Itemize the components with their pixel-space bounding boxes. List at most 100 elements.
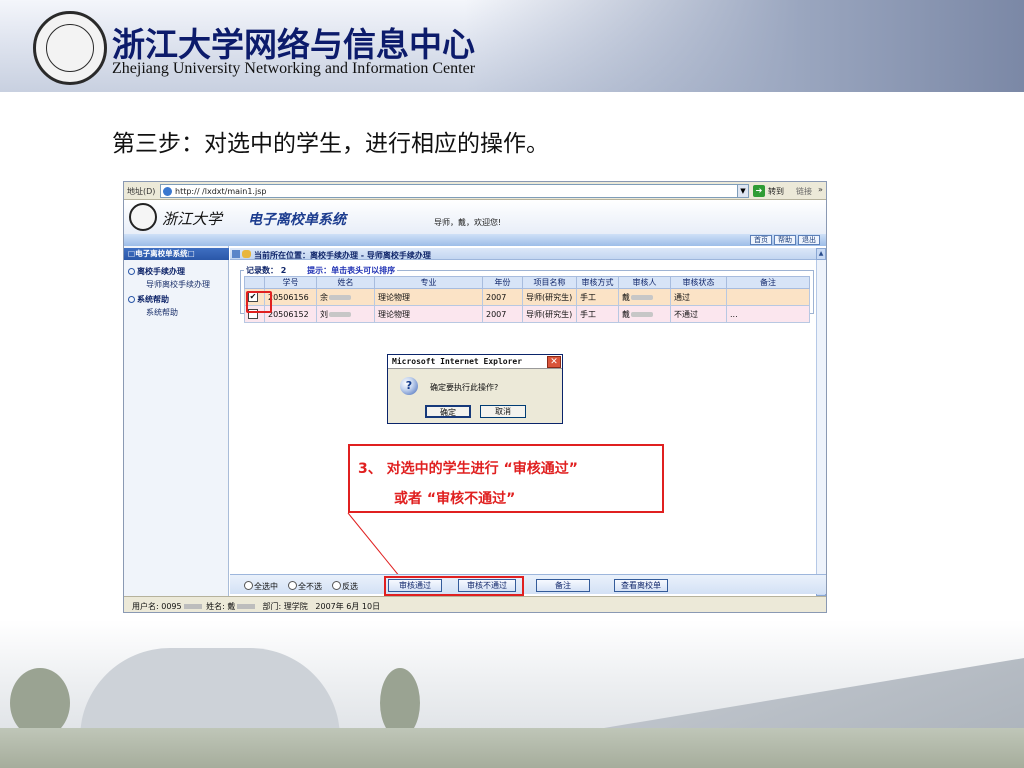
col-method[interactable]: 审核方式 — [576, 276, 619, 289]
main-content: 当前所在位置：离校手续办理 - 导师离校手续办理 ▲ ▼ 记录数： 2 提示：单… — [230, 246, 826, 598]
scroll-up-icon[interactable]: ▲ — [816, 248, 826, 260]
status-name: 姓名: 戴 — [206, 602, 236, 611]
cell-project: 导师(研究生) — [522, 288, 577, 306]
sidebar: □电子离校单系统□ 离校手续办理 导师离校手续办理 系统帮助 系统帮助 — [124, 246, 229, 596]
url-input[interactable]: http:// /lxdxt/main1.jsp — [160, 184, 738, 198]
cell-year: 2007 — [482, 305, 523, 323]
cell-method: 手工 — [576, 305, 619, 323]
collapse-icon — [128, 296, 135, 303]
radio-icon — [332, 581, 341, 590]
app-banner: 浙江大学 电子离校单系统 导师，戴，欢迎您! — [124, 200, 826, 234]
view-form-button[interactable]: 查看离校单 — [614, 579, 668, 592]
records-legend: 记录数： 2 提示：单击表头可以排序 — [244, 265, 398, 276]
note-button[interactable]: 备注 — [536, 579, 590, 592]
table-header-row: 学号 姓名 专业 年份 项目名称 审核方式 审核人 审核状态 备注 — [244, 276, 810, 289]
app-system-title: 电子离校单系统 — [248, 212, 346, 228]
col-major[interactable]: 专业 — [374, 276, 483, 289]
address-bar: 地址(D) http:// /lxdxt/main1.jsp ▼ ➔ 转到 链接… — [124, 182, 826, 200]
col-id[interactable]: 学号 — [264, 276, 317, 289]
cell-reviewer: 戴 — [618, 305, 671, 323]
org-name-en: Zhejiang University Networking and Infor… — [112, 60, 476, 77]
dialog-message: 确定要执行此操作? — [430, 383, 499, 392]
university-seal-icon — [33, 11, 107, 85]
scrollbar[interactable] — [816, 260, 826, 598]
dialog-ok-button[interactable]: 确定 — [425, 405, 471, 418]
nav-help-button[interactable]: 帮助 — [774, 235, 796, 245]
ie-page-icon — [163, 187, 172, 196]
dialog-title: Microsoft Internet Explorer — [392, 357, 523, 366]
cell-method: 手工 — [576, 288, 619, 306]
cell-name: 余 — [316, 288, 375, 306]
toolbar-more-icon[interactable]: » — [818, 185, 823, 194]
cell-status: 通过 — [670, 288, 727, 306]
select-none-option[interactable]: 全不选 — [288, 581, 322, 592]
url-dropdown-icon[interactable]: ▼ — [737, 184, 749, 198]
go-arrow-icon[interactable]: ➔ — [753, 185, 765, 197]
app-greeting: 导师，戴，欢迎您! — [434, 218, 502, 227]
question-icon: ? — [400, 377, 418, 395]
sidebar-item-advisor-leave[interactable]: 导师离校手续办理 — [146, 279, 210, 290]
location-text: 当前所在位置：离校手续办理 - 导师离校手续办理 — [254, 251, 431, 260]
cell-major: 理论物理 — [374, 305, 483, 323]
buttons-highlight-box — [384, 576, 524, 596]
address-label: 地址(D) — [127, 187, 156, 196]
radio-icon — [288, 581, 297, 590]
cell-name: 刘 — [316, 305, 375, 323]
radio-icon — [244, 581, 253, 590]
dialog-cancel-button[interactable]: 取消 — [480, 405, 526, 418]
cell-note: ... — [726, 305, 810, 323]
sidebar-item-help[interactable]: 系统帮助 — [146, 307, 178, 318]
student-table: 学号 姓名 专业 年份 项目名称 审核方式 审核人 审核状态 备注 ✔ 2050… — [244, 276, 810, 323]
annotation-callout: 3、 对选中的学生进行 “审核通过” 或者 “审核不通过” — [348, 444, 664, 513]
table-row[interactable]: 20506152 刘 理论物理 2007 导师(研究生) 手工 戴 不通过 ..… — [244, 305, 810, 323]
col-name[interactable]: 姓名 — [316, 276, 375, 289]
confirm-dialog: Microsoft Internet Explorer ✕ ? 确定要执行此操作… — [387, 354, 563, 424]
top-nav: 首页 帮助 退出 — [124, 234, 826, 246]
cell-note — [726, 288, 810, 306]
record-count: 2 — [280, 266, 287, 275]
collapse-sidebar-icon[interactable] — [232, 250, 240, 258]
status-date: 2007年 6月 10日 — [315, 602, 381, 611]
cell-id: 20506156 — [264, 288, 317, 306]
browser-screenshot: 地址(D) http:// /lxdxt/main1.jsp ▼ ➔ 转到 链接… — [123, 181, 827, 613]
location-icon — [242, 250, 251, 258]
cell-project: 导师(研究生) — [522, 305, 577, 323]
sidebar-group-leave[interactable]: 离校手续办理 — [128, 266, 185, 277]
status-bar: 用户名: 0095 姓名: 戴 部门: 理学院 2007年 6月 10日 — [124, 596, 826, 612]
go-button[interactable]: 转到 — [768, 186, 784, 197]
collapse-icon — [128, 268, 135, 275]
sort-hint: 提示：单击表头可以排序 — [307, 266, 396, 275]
location-bar: 当前所在位置：离校手续办理 - 导师离校手续办理 — [230, 248, 826, 260]
cell-reviewer: 戴 — [618, 288, 671, 306]
table-row[interactable]: ✔ 20506156 余 理论物理 2007 导师(研究生) 手工 戴 通过 — [244, 288, 810, 306]
nav-exit-button[interactable]: 退出 — [798, 235, 820, 245]
app-seal-icon — [129, 203, 157, 231]
col-note[interactable]: 备注 — [726, 276, 810, 289]
cell-major: 理论物理 — [374, 288, 483, 306]
sidebar-group-help[interactable]: 系统帮助 — [128, 294, 169, 305]
dialog-title-bar: Microsoft Internet Explorer ✕ — [388, 355, 562, 369]
select-all-option[interactable]: 全选中 — [244, 581, 278, 592]
nav-home-button[interactable]: 首页 — [750, 235, 772, 245]
col-reviewer[interactable]: 审核人 — [618, 276, 671, 289]
col-status[interactable]: 审核状态 — [670, 276, 727, 289]
invert-selection-option[interactable]: 反选 — [332, 581, 358, 592]
checkbox-highlight-box — [246, 291, 272, 313]
url-text: http:// /lxdxt/main1.jsp — [175, 187, 267, 196]
annotation-line-1: 3、 对选中的学生进行 “审核通过” — [358, 461, 578, 477]
status-user: 用户名: 0095 — [132, 602, 182, 611]
header-band — [464, 0, 1024, 92]
status-dept: 部门: 理学院 — [262, 602, 308, 611]
step-title: 第三步：对选中的学生，进行相应的操作。 — [112, 131, 549, 157]
campus-background — [0, 620, 1024, 768]
app-school-name: 浙江大学 — [162, 210, 223, 228]
col-project[interactable]: 项目名称 — [522, 276, 577, 289]
col-select[interactable] — [244, 276, 265, 289]
org-name-cn: 浙江大学网络与信息中心 — [112, 25, 475, 64]
col-year[interactable]: 年份 — [482, 276, 523, 289]
sidebar-header: □电子离校单系统□ — [124, 248, 229, 260]
links-button[interactable]: 链接 — [796, 186, 812, 197]
slide-header: 浙江大学网络与信息中心 Zhejiang University Networki… — [0, 0, 1024, 92]
cell-year: 2007 — [482, 288, 523, 306]
dialog-close-icon[interactable]: ✕ — [547, 356, 561, 368]
